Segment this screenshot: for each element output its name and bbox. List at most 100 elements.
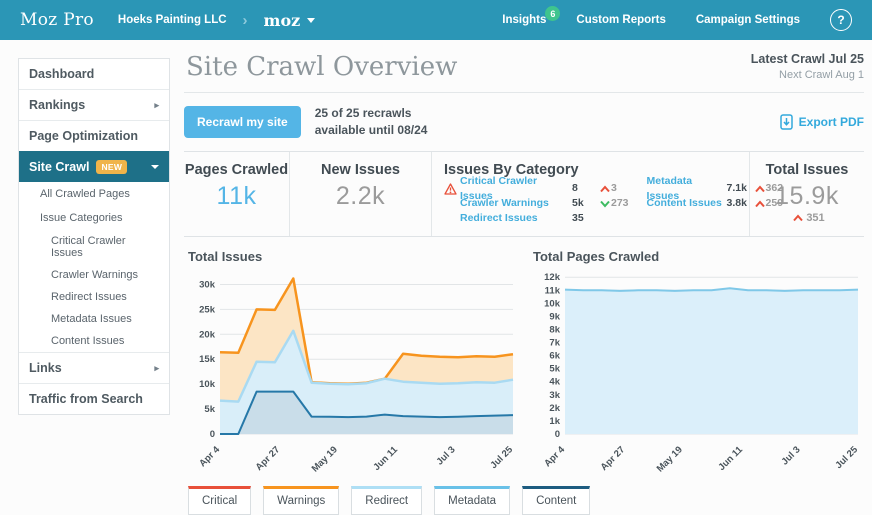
issue-category-row: Crawler Warnings5k 273 (444, 197, 629, 212)
svg-text:Jul 25: Jul 25 (488, 443, 515, 470)
chevron-right-icon: ▸ (154, 363, 159, 374)
stat-issues-by-category: Issues By Category Critical Crawler Issu… (432, 152, 750, 236)
issue-category-row: Critical Crawler Issues83 (444, 182, 629, 197)
issue-count: 8 (572, 181, 596, 196)
insights-count-badge: 6 (545, 6, 560, 21)
sidebar-item-content-issues[interactable]: Content Issues (19, 330, 169, 352)
issue-category-link[interactable]: Redirect Issues (460, 211, 572, 226)
sidebar-item-links[interactable]: Links ▸ (19, 352, 169, 383)
sidebar-item-metadata-issues[interactable]: Metadata Issues (19, 308, 169, 330)
sidebar-item-rankings[interactable]: Rankings ▸ (19, 89, 169, 120)
sidebar-item-label: All Crawled Pages (40, 188, 130, 200)
stat-total-issues: Total Issues 15.9k 351 (750, 152, 864, 236)
svg-text:7k: 7k (549, 337, 560, 348)
svg-text:May 19: May 19 (310, 444, 340, 474)
svg-text:Jun 11: Jun 11 (371, 443, 400, 472)
chevron-down-icon (151, 165, 159, 169)
export-pdf-button[interactable]: Export PDF (780, 114, 864, 130)
legend-toggle-critical[interactable]: Critical (188, 486, 251, 515)
sidebar-item-label: Dashboard (29, 67, 94, 81)
sidebar-item-label: Content Issues (51, 335, 124, 347)
issue-count: 7.1k (727, 181, 751, 196)
stat-pages-crawled: Pages Crawled 11k (184, 152, 290, 236)
sidebar-item-label: Rankings (29, 98, 85, 112)
stat-new-issues: New Issues 2.2k (290, 152, 432, 236)
svg-text:3k: 3k (549, 389, 560, 400)
issue-delta: 3 (611, 181, 617, 196)
svg-text:Apr 27: Apr 27 (599, 444, 628, 473)
sidebar-item-issue-categories[interactable]: Issue Categories (19, 206, 169, 230)
issue-count: 35 (572, 211, 596, 226)
next-crawl-label: Next Crawl Aug 1 (751, 69, 864, 81)
recrawl-button[interactable]: Recrawl my site (184, 106, 301, 138)
recrawl-quota-text: 25 of 25 recrawls available until 08/24 (315, 105, 428, 139)
svg-text:5k: 5k (549, 363, 560, 374)
chart-legend: Critical Warnings Redirect Metadata Content (188, 486, 864, 515)
sidebar-item-traffic-from-search[interactable]: Traffic from Search (19, 383, 169, 414)
total-issues-title: Total Issues (750, 162, 864, 178)
stats-row: Pages Crawled 11k New Issues 2.2k Issues… (184, 151, 864, 237)
nav-custom-reports[interactable]: Custom Reports (576, 14, 665, 26)
svg-text:10k: 10k (199, 379, 216, 390)
sidebar-item-label: Issue Categories (40, 212, 123, 224)
legend-toggle-warnings[interactable]: Warnings (263, 486, 339, 515)
top-bar: Moz Pro Hoeks Painting LLC › moz Insight… (0, 0, 872, 40)
sidebar-item-crawler-warnings[interactable]: Crawler Warnings (19, 264, 169, 286)
sidebar-item-dashboard[interactable]: Dashboard (19, 59, 169, 89)
legend-toggle-redirect[interactable]: Redirect (351, 486, 422, 515)
issue-category-link[interactable]: Crawler Warnings (460, 196, 572, 211)
site-dropdown-label: moz (264, 11, 301, 30)
total-issues-chart-box: Total Issues 05k10k15k20k25k30kApr 4Apr … (184, 249, 519, 480)
category-column-1: Critical Crawler Issues83Crawler Warning… (444, 182, 629, 227)
new-issues-title: New Issues (290, 162, 431, 178)
sidebar-item-label: Links (29, 361, 62, 375)
sidebar-nav: Dashboard Rankings ▸ Page OptimizationSite … (18, 58, 170, 415)
help-icon[interactable]: ? (830, 9, 852, 31)
svg-text:20k: 20k (199, 329, 216, 340)
svg-text:Jul 3: Jul 3 (434, 444, 457, 467)
pages-crawled-title: Pages Crawled (184, 162, 289, 178)
sidebar-item-label: Traffic from Search (29, 392, 143, 406)
total-issues-delta-value: 351 (806, 212, 824, 224)
sidebar-item-critical-crawler-issues[interactable]: Critical Crawler Issues (19, 230, 169, 264)
campaign-name[interactable]: Hoeks Painting LLC (118, 14, 227, 26)
total-issues-chart-title: Total Issues (188, 249, 519, 264)
nav-insights[interactable]: Insights 6 (502, 14, 546, 26)
svg-text:Jul 3: Jul 3 (779, 444, 802, 467)
total-issues-value: 15.9k (750, 182, 864, 211)
nav-campaign-settings[interactable]: Campaign Settings (696, 14, 800, 26)
issue-count: 5k (572, 196, 596, 211)
svg-text:2k: 2k (549, 402, 560, 413)
sidebar-item-all-crawled-pages[interactable]: All Crawled Pages (19, 182, 169, 206)
site-dropdown[interactable]: moz (264, 11, 316, 30)
issue-category-link[interactable]: Content Issues (647, 196, 727, 211)
sidebar-item-page-optimization[interactable]: Page Optimization (19, 120, 169, 151)
svg-text:0: 0 (555, 429, 560, 440)
trend-up-icon (793, 214, 803, 222)
moz-pro-logo[interactable]: Moz Pro (20, 10, 94, 30)
sidebar-item-site-crawl[interactable]: Site CrawlNEW (19, 151, 169, 182)
recrawl-quota-line1: 25 of 25 recrawls (315, 105, 428, 122)
chevron-right-icon: ▸ (154, 100, 159, 111)
export-pdf-label: Export PDF (799, 115, 864, 129)
legend-toggle-metadata[interactable]: Metadata (434, 486, 510, 515)
legend-toggle-content[interactable]: Content (522, 486, 590, 515)
svg-text:4k: 4k (549, 376, 560, 387)
page-title: Site Crawl Overview (186, 52, 751, 82)
sidebar-item-label: Metadata Issues (51, 313, 132, 325)
main-content: Site Crawl Overview Latest Crawl Jul 25 … (184, 48, 864, 515)
svg-text:0: 0 (210, 429, 215, 440)
chevron-down-icon (307, 18, 315, 23)
sidebar-item-redirect-issues[interactable]: Redirect Issues (19, 286, 169, 308)
svg-text:9k: 9k (549, 311, 560, 322)
issue-category-row: Redirect Issues35 (444, 212, 629, 227)
recrawl-quota-line2: available until 08/24 (315, 122, 428, 139)
svg-text:12k: 12k (544, 272, 561, 283)
toolbar: Recrawl my site 25 of 25 recrawls availa… (184, 105, 864, 139)
svg-text:10k: 10k (544, 298, 561, 309)
top-nav: Insights 6 Custom Reports Campaign Setti… (502, 9, 852, 31)
svg-text:Apr 27: Apr 27 (254, 444, 283, 473)
issue-delta: 273 (611, 196, 629, 211)
breadcrumb-chevron-icon: › (243, 12, 248, 29)
total-pages-crawled-chart: 01k2k3k4k5k6k7k8k9k10k11k12kApr 4Apr 27M… (529, 264, 864, 480)
